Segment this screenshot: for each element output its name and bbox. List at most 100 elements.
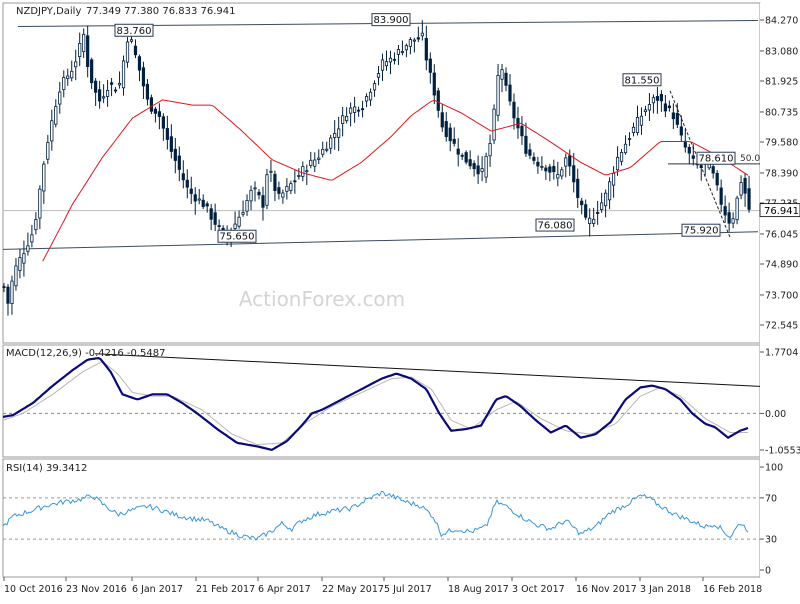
candle-body <box>412 39 416 42</box>
candle-body <box>34 219 38 231</box>
candle-body <box>209 208 213 220</box>
forex-chart[interactable]: ActionForex.com NZDJPY,Daily 77.349 77.3… <box>0 0 800 600</box>
candle-body <box>719 187 723 205</box>
candle-body <box>504 72 508 86</box>
candle-body <box>117 82 122 86</box>
candle-body <box>675 112 679 125</box>
candle-body <box>137 56 142 71</box>
rsi-tick-label: 100 <box>765 463 783 474</box>
candle-body <box>428 58 432 73</box>
candle-body <box>257 191 261 196</box>
candle-body <box>711 166 715 174</box>
candle-body <box>305 170 309 173</box>
level-label: 75.650 <box>220 232 255 243</box>
level-label: 75.920 <box>684 226 719 237</box>
rsi-tick-label: 0 <box>765 566 771 577</box>
candle-body <box>604 192 608 207</box>
candle-body <box>492 108 496 141</box>
candle-body <box>133 45 138 56</box>
candle-body <box>353 106 357 113</box>
candle-body <box>476 165 480 175</box>
candle-body <box>564 157 568 167</box>
candle-body <box>691 155 695 159</box>
candle-body <box>293 180 297 183</box>
date-tick-label: 21 Feb 2017 <box>196 584 255 595</box>
candle-body <box>22 253 26 264</box>
candle-body <box>651 97 656 104</box>
price-tick-label: 76.045 <box>765 229 798 240</box>
candle-body <box>576 178 580 198</box>
candle-body <box>623 143 628 154</box>
candle-body <box>619 152 624 162</box>
candle-body <box>90 59 94 84</box>
candle-body <box>169 136 173 152</box>
candle-body <box>2 286 6 288</box>
candle-body <box>317 157 321 160</box>
candle-body <box>416 37 420 40</box>
candle-body <box>588 217 592 225</box>
date-tick-label: 16 Feb 2018 <box>703 584 762 595</box>
date-tick-label: 22 May 2017 <box>322 584 384 595</box>
candle-body <box>173 148 177 161</box>
chart-canvas[interactable]: ActionForex.com NZDJPY,Daily 77.349 77.3… <box>0 0 800 600</box>
candle-body <box>727 212 731 224</box>
candle-body <box>337 128 341 138</box>
candle-body <box>464 152 468 163</box>
candle-body <box>368 91 373 101</box>
candle-body <box>596 212 600 214</box>
candle-body <box>631 126 636 134</box>
candle-body <box>70 70 74 79</box>
candle-body <box>384 61 389 67</box>
date-tick-label: 18 Aug 2017 <box>448 584 509 595</box>
candle-body <box>432 72 436 96</box>
candle-body <box>201 199 205 208</box>
candle-body <box>460 154 464 157</box>
candle-body <box>253 187 257 190</box>
date-tick-label: 3 Oct 2017 <box>512 584 565 595</box>
candle-body <box>663 103 667 112</box>
level-label: 78.610 <box>699 154 734 165</box>
candle-body <box>265 174 269 206</box>
candle-body <box>26 245 30 252</box>
candle-body <box>512 101 516 119</box>
candle-body <box>66 75 70 79</box>
candle-body <box>161 116 165 129</box>
macd-tick-label: -1.0553 <box>765 446 800 457</box>
candle-body <box>213 212 217 225</box>
candle-body <box>189 188 193 194</box>
candle-body <box>472 163 476 170</box>
candle-body <box>62 77 66 90</box>
candle-body <box>94 80 98 93</box>
candle-body <box>396 49 401 55</box>
candle-body <box>277 187 281 194</box>
candle-body <box>699 165 703 168</box>
candle-body <box>329 137 333 149</box>
candle-body <box>149 97 154 112</box>
candle-body <box>313 159 317 167</box>
candle-body <box>113 89 118 92</box>
candle-body <box>58 91 62 105</box>
candle-body <box>30 234 34 243</box>
watermark: ActionForex.com <box>239 287 405 311</box>
candle-body <box>548 166 552 173</box>
price-tick-label: 78.390 <box>765 168 798 179</box>
candle-body <box>98 89 102 102</box>
candle-body <box>687 146 691 154</box>
candle-body <box>715 172 719 186</box>
candle-body <box>376 73 381 78</box>
candle-body <box>552 166 556 173</box>
candle-body <box>520 125 524 137</box>
candle-body <box>177 155 181 170</box>
candle-body <box>679 126 683 136</box>
candle-body <box>309 159 313 166</box>
candle-body <box>364 96 369 102</box>
candle-body <box>580 200 584 206</box>
date-tick-label: 3 Jan 2018 <box>640 584 691 595</box>
candle-body <box>18 257 22 271</box>
candle-body <box>285 185 289 192</box>
candle-body <box>245 200 249 212</box>
candle-body <box>496 74 500 116</box>
candle-body <box>46 142 50 160</box>
date-tick-label: 10 Oct 2016 <box>4 584 63 595</box>
candle-body <box>333 133 337 138</box>
